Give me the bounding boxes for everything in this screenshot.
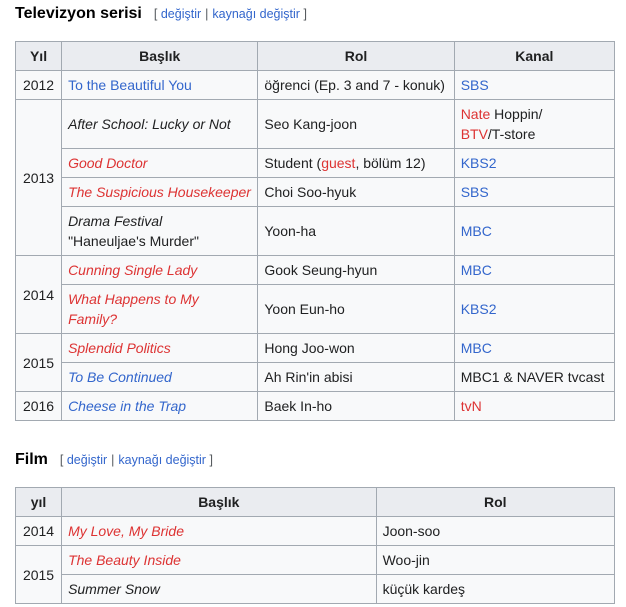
tv-edit-source-link[interactable]: kaynağı değiştir [212,7,300,21]
tv-section-heading: Televizyon serisi [ değiştir | kaynağı değ… [15,5,615,27]
channel-link[interactable]: MBC [461,223,492,239]
year-cell: 2015 [14,545,63,604]
bracket-close: ] [209,453,213,467]
film-section-title: Film [15,451,48,468]
role-cell: Hong Joo-won [257,333,455,363]
year-cell: 2014 [14,516,63,546]
title-link[interactable]: Good Doctor [68,155,147,171]
tv-edit-link[interactable]: değiştir [161,7,201,21]
tv-section-title: Televizyon serisi [15,5,142,22]
channel-link[interactable]: KBS2 [461,301,497,317]
role-link[interactable]: guest [321,155,355,171]
channel-text: Hoppin/ [490,106,543,122]
role-cell: Yoon Eun-ho [257,284,455,334]
title-link[interactable]: To Be Continued [68,369,172,385]
film-edit-link[interactable]: değiştir [67,453,107,467]
table-row: The Suspicious Housekeeper Choi Soo-hyuk… [16,177,616,207]
bracket-close: ] [303,7,307,21]
table-header-row: Yıl Başlık Rol Kanal [14,41,616,71]
table-row: Good Doctor Student (guest, bölüm 12) KB… [16,148,616,178]
channel-text: /T-store [487,126,536,142]
year-cell: 2013 [14,99,63,256]
year-cell: 2014 [14,255,63,334]
table-row: Summer Snow küçük kardeş [16,574,616,604]
title-link[interactable]: Cheese in the Trap [68,398,186,414]
role-cell: küçük kardeş [375,574,616,604]
tv-edit-section: [ değiştir | kaynağı değiştir ] [154,7,307,21]
table-row: Drama Festival "Haneuljae's Murder" Yoon-… [16,206,616,256]
channel-link[interactable]: SBS [461,184,489,200]
table-row: 2014 Cunning Single Lady Gook Seung-hyun… [14,255,616,334]
title-link[interactable]: Cunning Single Lady [68,262,197,278]
role-text: Student ( [264,155,322,171]
role-text: , bölüm 12) [355,155,426,171]
tv-series-table: Yıl Başlık Rol Kanal 2012 To the Beautif… [14,41,616,421]
channel-link[interactable]: MBC [461,340,492,356]
bracket-open: [ [153,7,158,21]
table-row: To Be Continued Ah Rin'in abisi MBC1 & N… [16,362,616,392]
film-table: yıl Başlık Rol 2014 My Love, My Bride Jo… [14,487,616,604]
table-row: 2014 My Love, My Bride Joon-soo [14,516,616,546]
separator: | [111,453,115,467]
col-header-title: Başlık [61,487,377,517]
title-link[interactable]: The Beauty Inside [68,552,181,568]
role-cell: Joon-soo [375,516,616,546]
title-link[interactable]: The Suspicious Housekeeper [68,184,251,200]
year-cell: 2016 [14,391,63,421]
role-cell: Yoon-ha [257,206,455,256]
col-header-channel: Kanal [453,41,616,71]
channel-link[interactable]: SBS [461,77,489,93]
channel-cell: MBC1 & NAVER tvcast [453,362,616,392]
role-cell: Gook Seung-hyun [257,255,455,285]
col-header-role: Rol [257,41,455,71]
channel-cell: Nate Hoppin/BTV/T-store [453,99,616,149]
col-header-year: yıl [14,487,63,517]
title-text: "Haneuljae's Murder" [68,233,199,249]
channel-link[interactable]: BTV [461,126,488,142]
col-header-title: Başlık [61,41,259,71]
title-link[interactable]: Splendid Politics [68,340,171,356]
table-row: 2015 The Beauty Inside Woo-jin [14,545,616,604]
col-header-year: Yıl [14,41,63,71]
title-text: Drama Festival [68,213,163,229]
table-row: 2015 Splendid Politics Hong Joo-won MBC [14,333,616,392]
year-cell: 2012 [14,70,63,100]
title-cell: Drama Festival "Haneuljae's Murder" [61,206,259,256]
year-cell: 2015 [14,333,63,392]
table-row: 2012 To the Beautiful You öğrenci (Ep. 3… [14,70,616,100]
role-cell: Woo-jin [375,545,616,575]
title-link[interactable]: My Love, My Bride [68,523,184,539]
table-row: 2016 Cheese in the Trap Baek In-ho tvN [14,391,616,421]
role-cell: Baek In-ho [257,391,455,421]
separator: | [205,7,209,21]
title-link[interactable]: To the Beautiful You [68,77,192,93]
title-cell: Summer Snow [61,574,377,604]
role-cell: öğrenci (Ep. 3 and 7 - konuk) [257,70,455,100]
title-cell: After School: Lucky or Not [61,99,259,149]
channel-link[interactable]: Nate [461,106,491,122]
table-row: 2013 After School: Lucky or Not Seo Kang… [14,99,616,256]
film-edit-section: [ değiştir | kaynağı değiştir ] [60,453,213,467]
page-content: Televizyon serisi [ değiştir | kaynağı değ… [0,5,626,604]
title-link[interactable]: What Happens to My Family? [68,291,199,327]
film-section-heading: Film [ değiştir | kaynağı değiştir ] [15,451,615,473]
table-header-row: yıl Başlık Rol [14,487,616,517]
channel-link[interactable]: tvN [461,398,482,414]
table-row: What Happens to My Family? Yoon Eun-ho K… [16,284,616,334]
film-edit-source-link[interactable]: kaynağı değiştir [118,453,206,467]
channel-link[interactable]: MBC [461,262,492,278]
role-cell: Seo Kang-joon [257,99,455,149]
role-cell: Student (guest, bölüm 12) [257,148,455,178]
col-header-role: Rol [375,487,616,517]
role-cell: Ah Rin'in abisi [257,362,455,392]
role-cell: Choi Soo-hyuk [257,177,455,207]
bracket-open: [ [59,453,64,467]
channel-link[interactable]: KBS2 [461,155,497,171]
